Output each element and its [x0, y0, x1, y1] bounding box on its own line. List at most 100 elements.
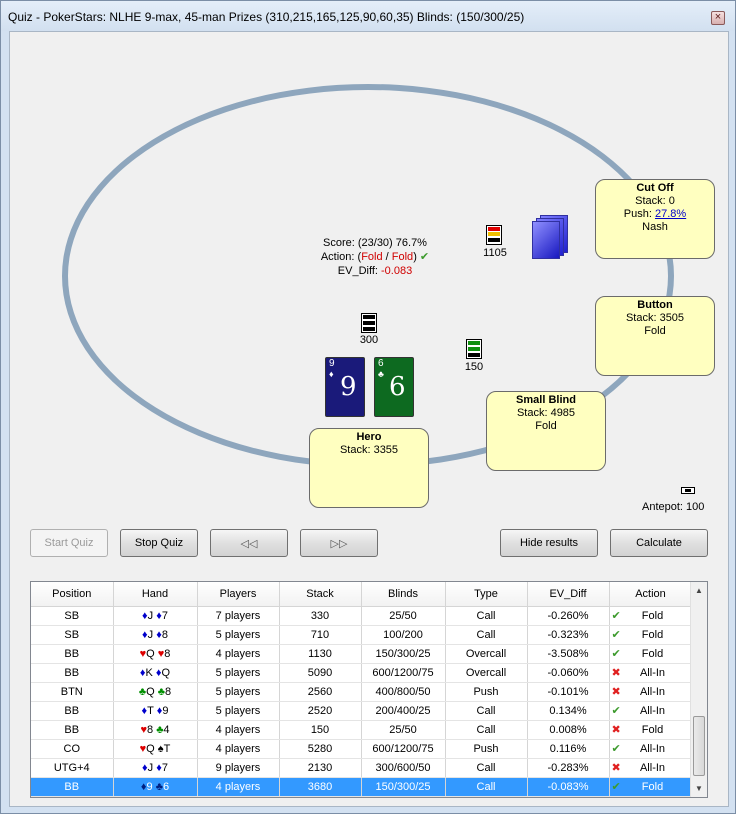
cell-hand: ♦J ♦7 — [113, 606, 198, 626]
table-row[interactable]: SB ♦J ♦8 5 players 710 100/200 Call -0.323% ✔ Fo… — [31, 625, 693, 645]
close-icon[interactable]: × — [711, 11, 725, 25]
table-row[interactable]: BB ♦T ♦9 5 players 2520 200/400/25 Call 0.134%… — [31, 701, 693, 721]
action-text: All-In — [639, 743, 666, 755]
cell-players: 4 players — [197, 739, 280, 759]
cross-icon: ✖ — [611, 724, 621, 736]
hand-card-rank: J — [147, 609, 154, 622]
cell-stack: 150 — [279, 720, 362, 740]
cell-action: ✔ All-In — [609, 739, 693, 759]
check-icon: ✔ — [611, 610, 621, 622]
cell-ev-diff: -0.083% — [527, 777, 610, 797]
column-header-action[interactable]: Action — [609, 582, 693, 607]
seat-stack: Stack: 3355 — [339, 444, 399, 456]
cell-type: Call — [445, 720, 528, 740]
table-row[interactable]: BB ♥Q ♥8 4 players 1130 150/300/25 Overcall -3… — [31, 644, 693, 664]
table-row[interactable]: BB ♦K ♦Q 5 players 5090 600/1200/75 Overcall -… — [31, 663, 693, 683]
seat-button: Button Stack: 3505 Fold — [595, 296, 715, 376]
action-text: Fold — [641, 724, 664, 736]
hand-card-rank: 8 — [147, 723, 154, 736]
seat-hero: Hero Stack: 3355 — [309, 428, 429, 508]
cell-blinds: 25/50 — [361, 606, 446, 626]
cell-players: 9 players — [197, 758, 280, 778]
cell-blinds: 25/50 — [361, 720, 446, 740]
action-line: Action: (Fold / Fold) ✔ — [295, 250, 455, 264]
start-quiz-button[interactable]: Start Quiz — [30, 529, 108, 557]
push-range-link[interactable]: 27.8% — [655, 208, 686, 220]
cell-action: ✖ All-In — [609, 758, 693, 778]
seat-small-blind: Small Blind Stack: 4985 Fold — [486, 391, 606, 471]
cell-blinds: 150/300/25 — [361, 777, 446, 797]
cell-ev-diff: -0.283% — [527, 758, 610, 778]
cell-ev-diff: -0.101% — [527, 682, 610, 702]
table-row[interactable]: SB ♦J ♦7 7 players 330 25/50 Call -0.260% ✔ Fold — [31, 606, 693, 626]
cell-blinds: 600/1200/75 — [361, 663, 446, 683]
cell-action: ✖ Fold — [609, 720, 693, 740]
cell-blinds: 300/600/50 — [361, 758, 446, 778]
seat-name: Cut Off — [636, 182, 674, 194]
cell-type: Overcall — [445, 663, 528, 683]
seat-cutoff: Cut Off Stack: 0 Push: 27.8% Nash — [595, 179, 715, 259]
action-text: Fold — [641, 781, 664, 793]
cell-action: ✔ All-In — [609, 701, 693, 721]
seat-push: Push: 27.8% — [596, 208, 714, 221]
column-header-ev-diff[interactable]: EV_Diff — [527, 582, 610, 607]
column-header-type[interactable]: Type — [445, 582, 528, 607]
forward-button[interactable]: ▷▷ — [300, 529, 378, 557]
column-header-hand[interactable]: Hand — [113, 582, 198, 607]
card-rank-large: 9 — [340, 372, 357, 402]
cell-stack: 2130 — [279, 758, 362, 778]
column-header-blinds[interactable]: Blinds — [361, 582, 446, 607]
column-header-position[interactable]: Position — [31, 582, 114, 607]
cell-blinds: 150/300/25 — [361, 644, 446, 664]
title-bar[interactable]: Quiz - PokerStars: NLHE 9-max, 45-man Pr… — [1, 1, 735, 31]
column-header-players[interactable]: Players — [197, 582, 280, 607]
seat-action: Fold — [644, 325, 666, 337]
cell-action: ✖ All-In — [609, 682, 693, 702]
cell-hand: ♦T ♦9 — [113, 701, 198, 721]
check-icon: ✔ — [611, 705, 621, 717]
cell-type: Call — [445, 606, 528, 626]
cell-action: ✔ Fold — [609, 606, 693, 626]
seat-name: Hero — [356, 431, 382, 443]
results-scrollbar[interactable]: ▲ ▼ — [690, 582, 707, 797]
results-grid[interactable]: Position Hand Players Stack Blinds Type EV_Dif… — [30, 581, 708, 798]
scrollbar-thumb[interactable] — [693, 716, 705, 776]
action-close: ) — [413, 251, 417, 263]
table-row[interactable]: UTG+4 ♦J ♦7 9 players 2130 300/600/50 Call -0.… — [31, 758, 693, 778]
stop-quiz-button[interactable]: Stop Quiz — [120, 529, 198, 557]
calculate-button[interactable]: Calculate — [610, 529, 708, 557]
action-text: Fold — [641, 610, 664, 622]
cell-players: 4 players — [197, 644, 280, 664]
poker-table-area: Cut Off Stack: 0 Push: 27.8% Nash Button… — [10, 32, 730, 522]
cell-action: ✔ Fold — [609, 644, 693, 664]
hide-results-button[interactable]: Hide results — [500, 529, 598, 557]
cell-ev-diff: 0.008% — [527, 720, 610, 740]
seat-action: Nash — [642, 221, 668, 233]
check-icon: ✔ — [611, 781, 621, 793]
table-row[interactable]: BTN ♣Q ♣8 5 players 2560 400/800/50 Push -0.10… — [31, 682, 693, 702]
card-rank: 6 — [378, 358, 384, 369]
column-header-stack[interactable]: Stack — [279, 582, 362, 607]
cell-ev-diff: 0.134% — [527, 701, 610, 721]
bet-amount-top: 1105 — [483, 247, 507, 259]
hand-card-rank: Q — [146, 742, 155, 755]
results-header-row: Position Hand Players Stack Blinds Type EV_Dif… — [31, 582, 693, 607]
table-row[interactable]: CO ♥Q ♠T 4 players 5280 600/1200/75 Push 0.116… — [31, 739, 693, 759]
chip-stack-icon — [486, 225, 502, 245]
bet-amount-hero: 300 — [359, 334, 379, 346]
table-row[interactable]: BB ♥8 ♣4 4 players 150 25/50 Call 0.008% ✖ Fold — [31, 720, 693, 740]
seat-stack: Stack: 3505 — [625, 312, 685, 324]
client-area: Cut Off Stack: 0 Push: 27.8% Nash Button… — [9, 31, 729, 807]
cell-ev-diff: 0.116% — [527, 739, 610, 759]
hand-card-rank: K — [145, 666, 153, 679]
rewind-button[interactable]: ◁◁ — [210, 529, 288, 557]
cell-players: 5 players — [197, 682, 280, 702]
cell-ev-diff: -0.260% — [527, 606, 610, 626]
scroll-up-icon[interactable]: ▲ — [691, 582, 707, 599]
table-row[interactable]: BB ♦9 ♣6 4 players 3680 150/300/25 Call -0.083… — [31, 777, 693, 797]
seat-name: Small Blind — [516, 394, 576, 406]
user-action: Fold — [361, 251, 383, 263]
cell-stack: 1130 — [279, 644, 362, 664]
scroll-down-icon[interactable]: ▼ — [691, 780, 707, 797]
card-suit: ♦ — [329, 369, 334, 379]
